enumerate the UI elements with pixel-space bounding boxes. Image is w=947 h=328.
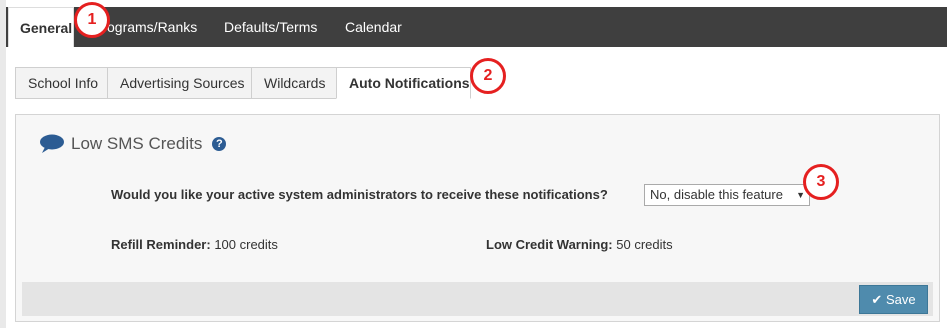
check-icon: ✔ (871, 292, 883, 307)
top-nav: General ograms/Ranks Defaults/Terms Cale… (6, 7, 947, 47)
subtab-advertising-sources-label: Advertising Sources (120, 75, 245, 91)
notification-select-value: No, disable this feature (650, 187, 783, 202)
tab-general[interactable]: General (8, 7, 74, 47)
panel-title-text: Low SMS Credits (71, 134, 203, 153)
subtab-advertising-sources[interactable]: Advertising Sources (107, 67, 252, 99)
subtab-wildcards[interactable]: Wildcards (251, 67, 337, 99)
callout-2: 2 (470, 58, 506, 94)
refill-reminder: Refill Reminder: 100 credits (111, 237, 278, 252)
refill-reminder-value: 100 credits (214, 237, 278, 252)
subtab-school-info-label: School Info (28, 75, 99, 91)
callout-3: 3 (803, 164, 839, 200)
subtab-school-info[interactable]: School Info (15, 67, 108, 99)
tab-general-label: General (20, 20, 73, 36)
panel-footer: ✔ Save (22, 282, 933, 316)
tab-programs-ranks-label: ograms/Ranks (107, 19, 198, 35)
save-button-label: Save (885, 292, 916, 307)
notification-select[interactable]: No, disable this feature ▼ (644, 184, 810, 206)
speech-bubble-icon (40, 134, 64, 153)
low-credit-warning-label: Low Credit Warning: (486, 237, 613, 252)
low-sms-credits-panel: Low SMS Credits ? Would you like your ac… (15, 114, 940, 322)
low-credit-warning-value: 50 credits (616, 237, 673, 252)
tab-defaults-terms-label: Defaults/Terms (224, 19, 318, 35)
left-edge (0, 0, 6, 328)
subtab-auto-notifications[interactable]: Auto Notifications (336, 67, 471, 99)
callout-1: 1 (74, 2, 110, 38)
subtab-auto-notifications-label: Auto Notifications (349, 75, 470, 91)
refill-reminder-label: Refill Reminder: (111, 237, 211, 252)
low-credit-warning: Low Credit Warning: 50 credits (486, 237, 673, 252)
tab-programs-ranks[interactable]: ograms/Ranks (107, 7, 197, 47)
tab-defaults-terms[interactable]: Defaults/Terms (224, 7, 317, 47)
question-circle-icon[interactable]: ? (212, 137, 227, 151)
tab-calendar-label: Calendar (345, 19, 402, 35)
tab-calendar[interactable]: Calendar (345, 7, 402, 47)
subtab-wildcards-label: Wildcards (264, 75, 326, 91)
save-button[interactable]: ✔ Save (859, 285, 928, 314)
notification-question: Would you like your active system admini… (111, 187, 608, 202)
panel-title: Low SMS Credits ? (39, 133, 227, 155)
